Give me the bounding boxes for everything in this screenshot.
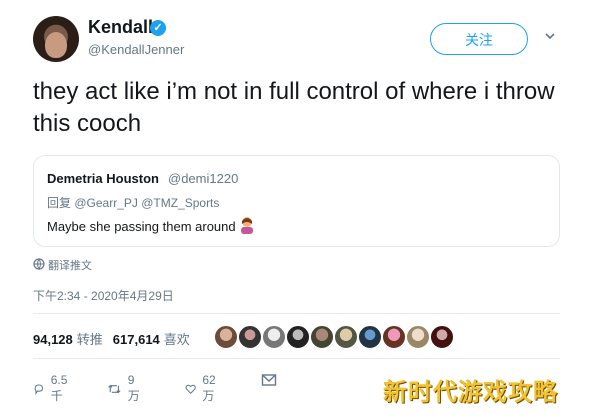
author-handle[interactable]: @KendallJenner [88, 42, 184, 57]
liker-avatar[interactable] [214, 325, 238, 349]
like-button[interactable]: 62万 [185, 373, 220, 404]
liker-avatar[interactable] [238, 325, 262, 349]
message-button[interactable] [261, 373, 277, 387]
author-avatar[interactable] [33, 16, 79, 62]
watermark-text: 新时代游戏攻略 [383, 379, 558, 406]
divider [33, 313, 560, 314]
liker-avatar[interactable] [406, 325, 430, 349]
retweets-label[interactable]: 转推 [77, 332, 103, 347]
divider [33, 358, 560, 359]
envelope-icon [261, 374, 277, 386]
like-count: 62万 [202, 373, 216, 403]
liker-avatar[interactable] [382, 325, 406, 349]
likes-label[interactable]: 喜欢 [164, 332, 190, 347]
liker-avatar[interactable] [286, 325, 310, 349]
engagement-stats: 94,128 转推 617,614 喜欢 [33, 329, 200, 348]
likes-count[interactable]: 617,614 [113, 332, 160, 347]
chevron-down-icon[interactable] [545, 31, 555, 41]
quoted-tweet[interactable]: Demetria Houston @demi1220 回复 @Gearr_PJ … [33, 155, 560, 247]
quoted-author-handle: @demi1220 [168, 171, 239, 186]
tweet-text: they act like i’m not in full control of… [33, 78, 555, 137]
liker-avatar[interactable] [334, 325, 358, 349]
author-name[interactable]: Kendall [88, 17, 153, 38]
reply-button[interactable]: 6.5千 [33, 373, 72, 404]
quoted-reply-to: 回复 @Gearr_PJ @TMZ_Sports [47, 196, 220, 210]
reply-count: 6.5千 [50, 373, 68, 403]
liker-avatar[interactable] [358, 325, 382, 349]
translate-link[interactable]: 翻译推文 [48, 257, 92, 273]
verified-badge-icon: ✓ [150, 20, 166, 36]
retweet-icon [108, 384, 121, 393]
retweets-count[interactable]: 94,128 [33, 332, 73, 347]
quoted-tweet-text: Maybe she passing them around [47, 219, 236, 234]
reply-icon [34, 383, 44, 395]
liker-avatar[interactable] [262, 325, 286, 349]
retweet-button[interactable]: 9万 [107, 373, 143, 404]
globe-icon [33, 258, 45, 270]
quoted-author-name: Demetria Houston [47, 171, 159, 186]
heart-icon [185, 384, 196, 394]
liker-avatar[interactable] [310, 325, 334, 349]
person-emoji-icon [241, 217, 253, 234]
follow-button[interactable]: 关注 [430, 23, 528, 55]
liker-avatar[interactable] [430, 325, 454, 349]
tweet-timestamp[interactable]: 下午2:34 - 2020年4月29日 [33, 287, 174, 304]
retweet-count: 9万 [127, 373, 140, 403]
